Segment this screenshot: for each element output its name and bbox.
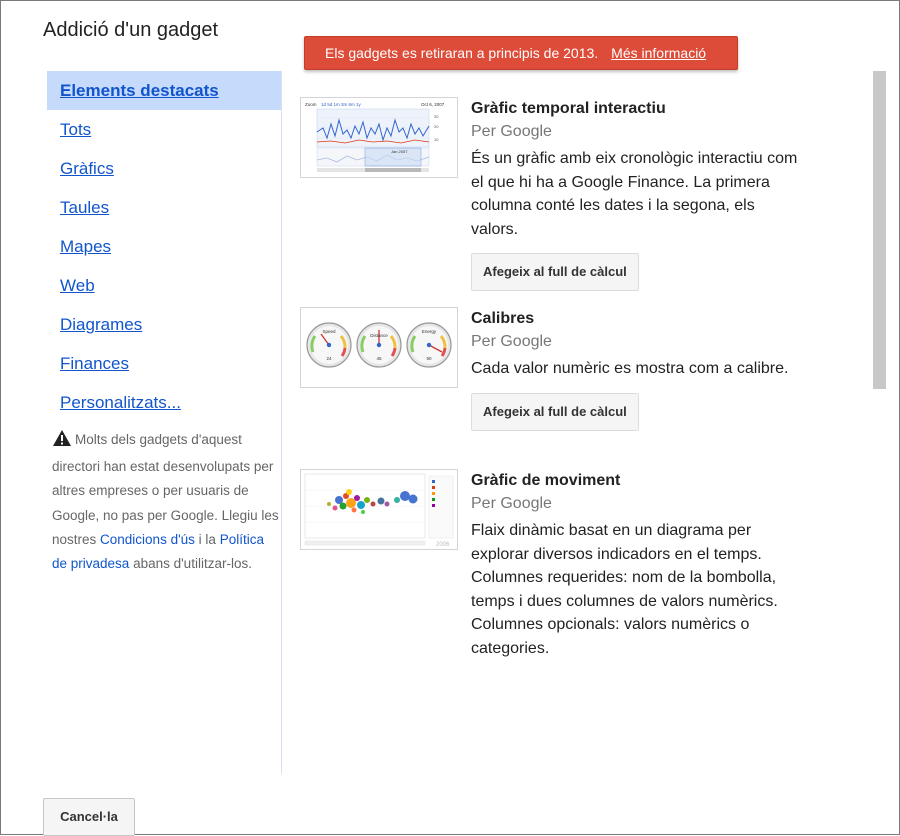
gadget-info: Gràfic temporal interactiu Per Google És…: [471, 97, 801, 291]
category-sidebar: Elements destacats Tots Gràfics Taules M…: [47, 71, 282, 774]
deprecation-banner: Els gadgets es retiraran a principis de …: [304, 36, 738, 70]
thumb-y2: 20: [434, 124, 439, 129]
thumb-y3: 10: [434, 137, 439, 142]
sidebar-item-diagrams[interactable]: Diagrames: [47, 305, 281, 344]
svg-text:1d 5d 1m 3m 6m 1y: 1d 5d 1m 3m 6m 1y: [321, 102, 362, 107]
add-gadget-dialog: Addició d'un gadget Els gadgets es retir…: [0, 0, 900, 836]
gadget-title[interactable]: Gràfic temporal interactiu: [471, 100, 801, 118]
thumb-date-label: Oct 6, 2007: [421, 102, 445, 107]
annotated-timeline-thumbnail[interactable]: Zoom 1d 5d 1m 3m 6m 1y Oct 6, 2007 30 20…: [300, 97, 458, 178]
gadget-list: Zoom 1d 5d 1m 3m 6m 1y Oct 6, 2007 30 20…: [300, 97, 860, 774]
note-text-3: abans d'utilitzar-los.: [129, 556, 252, 572]
warning-icon: [52, 429, 72, 455]
note-text-1: Molts dels gadgets d'aquest directori ha…: [52, 432, 279, 547]
thumb-gauge-3-value: 90: [426, 356, 432, 361]
sidebar-item-custom[interactable]: Personalitzats...: [47, 383, 281, 422]
cancel-button[interactable]: Cancel·la: [43, 798, 135, 836]
sidebar-item-maps[interactable]: Mapes: [47, 227, 281, 266]
sidebar-item-tables[interactable]: Taules: [47, 188, 281, 227]
more-info-link[interactable]: Més informació: [611, 45, 706, 61]
gadget-description: És un gràfic amb eix cronològic interact…: [471, 150, 798, 238]
terms-link[interactable]: Condicions d'ús: [100, 532, 195, 547]
thumb-gauge-1-value: 24: [326, 356, 332, 361]
gadget-author: Per Google: [471, 333, 552, 350]
gadget-author: Per Google: [471, 123, 552, 140]
gadget-author: Per Google: [471, 495, 552, 512]
thumb-zoom-label: Zoom: [305, 102, 317, 107]
gadget-info: Calibres Per Google Cada valor numèric e…: [471, 307, 801, 431]
gadget-title[interactable]: Gràfic de moviment: [471, 472, 801, 490]
banner-message: Els gadgets es retiraran a principis de …: [325, 45, 599, 61]
thumb-gauge-3-label: Energy: [422, 329, 437, 334]
thumb-range-label: Jan 2007: [391, 149, 408, 154]
thumb-gauge-2-value: 45: [376, 356, 382, 361]
gadget-description: Cada valor numèric es mostra com a calib…: [471, 360, 789, 377]
sidebar-item-finance[interactable]: Finances: [47, 344, 281, 383]
gadget-info: Gràfic de moviment Per Google Flaix dinà…: [471, 469, 801, 660]
thumb-year-label: 2006: [436, 542, 450, 548]
thumb-y1: 30: [434, 114, 439, 119]
scrollbar-thumb[interactable]: [873, 71, 886, 389]
third-party-note: Molts dels gadgets d'aquest directori ha…: [47, 428, 282, 576]
thumb-gauge-1-label: Speed: [322, 329, 336, 334]
add-to-spreadsheet-button[interactable]: Afegeix al full de càlcul: [471, 392, 639, 431]
sidebar-item-all[interactable]: Tots: [47, 110, 281, 149]
motion-chart-thumbnail[interactable]: 2006: [300, 469, 458, 550]
dialog-title: Addició d'un gadget: [43, 19, 219, 41]
gadget-title[interactable]: Calibres: [471, 310, 801, 328]
gauges-thumbnail[interactable]: Speed 24 Distance 45 Energy 90: [300, 307, 458, 388]
sidebar-item-featured[interactable]: Elements destacats: [47, 71, 281, 110]
gadget-description: Flaix dinàmic basat en un diagrama per e…: [471, 522, 778, 657]
sidebar-item-web[interactable]: Web: [47, 266, 281, 305]
add-to-spreadsheet-button[interactable]: Afegeix al full de càlcul: [471, 253, 639, 291]
thumb-gauge-2-label: Distance: [370, 333, 388, 338]
sidebar-item-charts[interactable]: Gràfics: [47, 149, 281, 188]
note-text-2: i la: [194, 531, 220, 547]
